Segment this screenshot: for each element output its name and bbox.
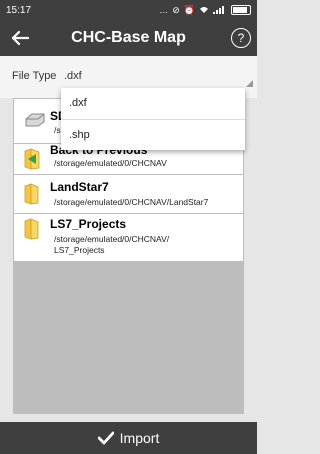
dropdown-option-shp[interactable]: .shp: [61, 120, 245, 151]
file-type-label: File Type: [12, 70, 57, 82]
help-icon[interactable]: ?: [231, 28, 251, 48]
no-sim-icon: ⊘: [172, 4, 180, 15]
item-path-line1: /storage/emulated/0/CHCNAV/: [54, 234, 170, 244]
folder-icon: [24, 183, 39, 205]
alarm-icon: ⏰: [183, 4, 195, 15]
checkmark-icon: [97, 431, 114, 445]
item-path: /storage/emulated/0/CHCNAV/LandStar7: [54, 197, 209, 207]
file-type-dropdown: .dxf .shp: [61, 88, 245, 150]
sd-card-icon: [25, 113, 45, 127]
page-title: CHC-Base Map: [71, 29, 186, 46]
battery-icon: [231, 5, 251, 15]
import-button[interactable]: Import: [0, 422, 257, 454]
back-folder-icon: [24, 148, 40, 170]
option-label: .dxf: [69, 97, 87, 109]
list-item-ls7-projects[interactable]: LS7_Projects /storage/emulated/0/CHCNAV/…: [14, 214, 243, 261]
app-bar: CHC-Base Map ?: [0, 20, 257, 56]
status-bar: 15:17 … ⊘ ⏰: [0, 0, 257, 20]
option-label: .shp: [69, 129, 90, 141]
item-path: /storage/emulated/0/CHCNAV: [54, 158, 167, 168]
file-type-value[interactable]: .dxf: [64, 70, 82, 82]
dropdown-option-dxf[interactable]: .dxf: [61, 88, 245, 119]
list-item-landstar7[interactable]: LandStar7 /storage/emulated/0/CHCNAV/Lan…: [14, 175, 243, 213]
dropdown-arrow-icon[interactable]: [246, 80, 253, 87]
status-icons: … ⊘ ⏰: [159, 5, 251, 16]
signal-icon: [213, 6, 224, 14]
wifi-icon: [200, 7, 208, 13]
item-name: LS7_Projects: [50, 217, 127, 231]
folder-icon: [24, 218, 39, 240]
item-path: /s: [54, 125, 61, 135]
item-path-line2: LS7_Projects: [54, 245, 105, 255]
dots-icon: …: [159, 5, 169, 15]
status-time: 15:17: [6, 4, 32, 16]
import-label: Import: [119, 430, 160, 446]
item-name: LandStar7: [50, 180, 109, 194]
